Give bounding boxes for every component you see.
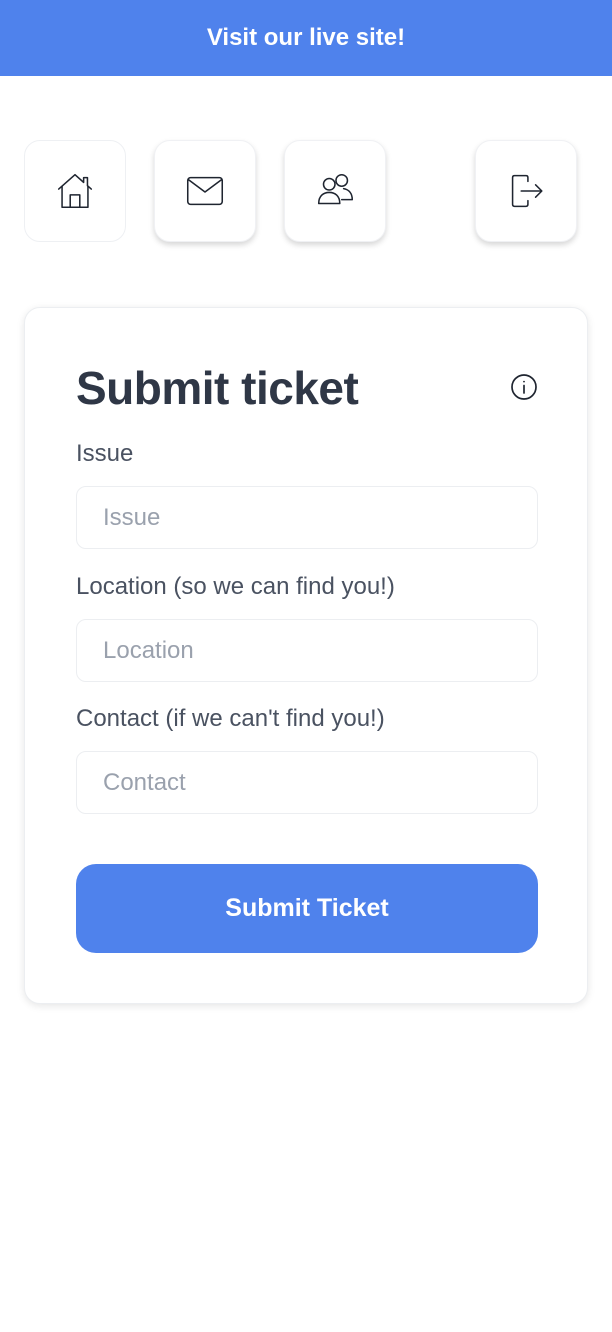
- contact-input[interactable]: [76, 751, 538, 814]
- issue-label: Issue: [76, 440, 134, 467]
- page-title: Submit ticket: [76, 362, 359, 414]
- contact-label: Contact (if we can't find you!): [76, 705, 385, 732]
- mail-button[interactable]: [154, 140, 256, 242]
- home-button[interactable]: [24, 140, 126, 242]
- home-icon: [57, 173, 93, 209]
- location-input[interactable]: [76, 619, 538, 682]
- info-button[interactable]: [510, 373, 538, 401]
- logout-button[interactable]: [475, 140, 577, 242]
- issue-input[interactable]: [76, 486, 538, 549]
- logout-icon: [511, 174, 543, 208]
- live-site-banner[interactable]: Visit our live site!: [0, 0, 612, 76]
- location-label: Location (so we can find you!): [76, 573, 395, 600]
- submit-ticket-button[interactable]: Submit Ticket: [76, 864, 538, 953]
- mail-icon: [186, 176, 224, 206]
- users-icon: [317, 173, 354, 205]
- users-button[interactable]: [284, 140, 386, 242]
- info-icon: [511, 374, 537, 400]
- ticket-form-card: Submit ticket Issue Location (so we can …: [24, 307, 588, 1004]
- banner-text: Visit our live site!: [206, 24, 406, 51]
